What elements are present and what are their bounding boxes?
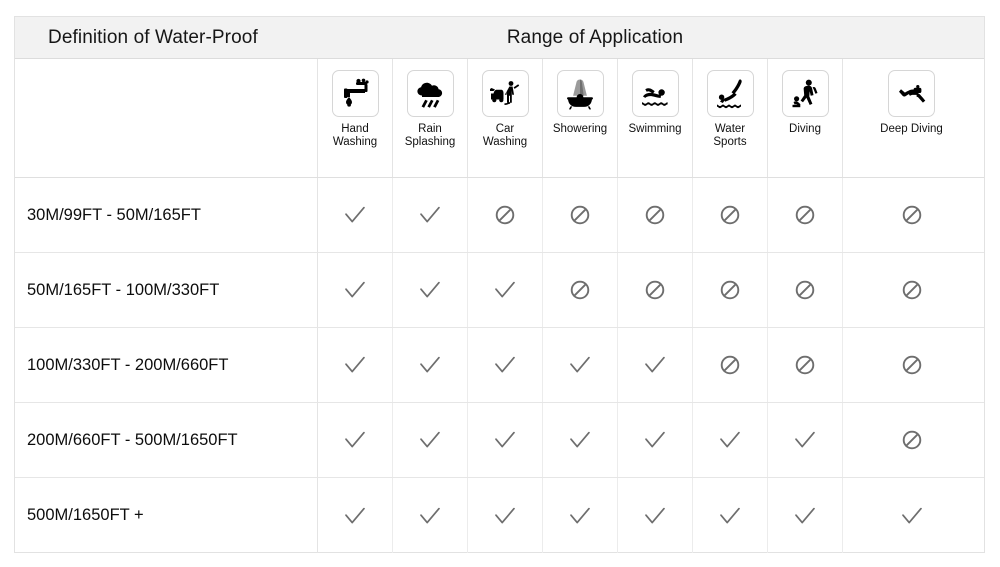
column-header-hand-washing: Hand Washing bbox=[318, 59, 393, 177]
cell-r4-c3 bbox=[543, 478, 618, 553]
cell-r4-c0 bbox=[318, 478, 393, 553]
cell-r3-c4 bbox=[618, 403, 693, 477]
column-header-deep-diving: Deep Diving bbox=[843, 59, 980, 177]
row-label: 50M/165FT - 100M/330FT bbox=[15, 253, 318, 327]
cell-r4-c6 bbox=[768, 478, 843, 553]
cell-r2-c7 bbox=[843, 328, 980, 402]
cell-r1-c7 bbox=[843, 253, 980, 327]
cell-r3-c5 bbox=[693, 403, 768, 477]
row-label: 30M/99FT - 50M/165FT bbox=[15, 178, 318, 252]
column-header-label: Deep Diving bbox=[880, 123, 943, 135]
column-header-label: Showering bbox=[552, 123, 608, 135]
cell-r0-c5 bbox=[693, 178, 768, 252]
swimmer-icon bbox=[631, 70, 679, 117]
car-washing-icon bbox=[481, 70, 529, 117]
column-header-label: Diving bbox=[789, 123, 821, 135]
deep-diving-icon bbox=[888, 70, 935, 117]
cell-r2-c5 bbox=[693, 328, 768, 402]
column-header-rain-splashing: Rain Splashing bbox=[393, 59, 468, 177]
cell-r1-c6 bbox=[768, 253, 843, 327]
cell-r1-c5 bbox=[693, 253, 768, 327]
cell-r3-c3 bbox=[543, 403, 618, 477]
cell-r2-c6 bbox=[768, 328, 843, 402]
cell-r0-c1 bbox=[393, 178, 468, 252]
column-header-car-washing: Car Washing bbox=[468, 59, 543, 177]
row-label: 200M/660FT - 500M/1650FT bbox=[15, 403, 318, 477]
title-definition-of-waterproof: Definition of Water-Proof bbox=[48, 26, 258, 48]
table-row: 500M/1650FT + bbox=[15, 478, 984, 553]
cell-r4-c1 bbox=[393, 478, 468, 553]
column-header-label: Hand Washing bbox=[332, 123, 378, 148]
table-row: 200M/660FT - 500M/1650FT bbox=[15, 403, 984, 478]
cell-r3-c6 bbox=[768, 403, 843, 477]
column-header-showering: Showering bbox=[543, 59, 618, 177]
title-range-of-application: Range of Application bbox=[506, 26, 684, 48]
cell-r3-c2 bbox=[468, 403, 543, 477]
cell-r2-c0 bbox=[318, 328, 393, 402]
cell-r2-c2 bbox=[468, 328, 543, 402]
cell-r2-c3 bbox=[543, 328, 618, 402]
rain-cloud-icon bbox=[406, 70, 454, 117]
table-title-band: Definition of Water-Proof Range of Appli… bbox=[15, 17, 984, 59]
cell-r1-c1 bbox=[393, 253, 468, 327]
row-label: 500M/1650FT + bbox=[15, 478, 318, 553]
cell-r2-c1 bbox=[393, 328, 468, 402]
cell-r2-c4 bbox=[618, 328, 693, 402]
cell-r1-c3 bbox=[543, 253, 618, 327]
cell-r0-c6 bbox=[768, 178, 843, 252]
column-header-diving: Diving bbox=[768, 59, 843, 177]
cell-r4-c4 bbox=[618, 478, 693, 553]
row-label: 100M/330FT - 200M/660FT bbox=[15, 328, 318, 402]
table-row: 100M/330FT - 200M/660FT bbox=[15, 328, 984, 403]
cell-r1-c4 bbox=[618, 253, 693, 327]
faucet-icon bbox=[331, 70, 379, 117]
cell-r0-c4 bbox=[618, 178, 693, 252]
cell-r0-c2 bbox=[468, 178, 543, 252]
cell-r4-c7 bbox=[843, 478, 980, 553]
cell-r0-c3 bbox=[543, 178, 618, 252]
water-sports-icon bbox=[706, 70, 754, 117]
column-header-label: Car Washing bbox=[482, 123, 528, 148]
corner-blank-cell bbox=[15, 59, 318, 177]
cell-r4-c2 bbox=[468, 478, 543, 553]
cell-r0-c0 bbox=[318, 178, 393, 252]
table-row: 50M/165FT - 100M/330FT bbox=[15, 253, 984, 328]
table-row: 30M/99FT - 50M/165FT bbox=[15, 178, 984, 253]
cell-r4-c5 bbox=[693, 478, 768, 553]
column-header-row: Hand Washing Rain Splashing Car Washing … bbox=[15, 59, 984, 178]
cell-r3-c0 bbox=[318, 403, 393, 477]
column-header-swimming: Swimming bbox=[618, 59, 693, 177]
cell-r1-c2 bbox=[468, 253, 543, 327]
cell-r0-c7 bbox=[843, 178, 980, 252]
cell-r1-c0 bbox=[318, 253, 393, 327]
waterproof-rating-table: Definition of Water-Proof Range of Appli… bbox=[14, 16, 985, 553]
column-header-label: Rain Splashing bbox=[404, 123, 456, 148]
column-header-label: Swimming bbox=[628, 123, 682, 135]
cell-r3-c1 bbox=[393, 403, 468, 477]
scuba-diver-icon bbox=[781, 70, 829, 117]
shower-icon bbox=[556, 70, 604, 117]
cell-r3-c7 bbox=[843, 403, 980, 477]
column-header-water-sports: Water Sports bbox=[693, 59, 768, 177]
column-header-label: Water Sports bbox=[713, 123, 747, 148]
